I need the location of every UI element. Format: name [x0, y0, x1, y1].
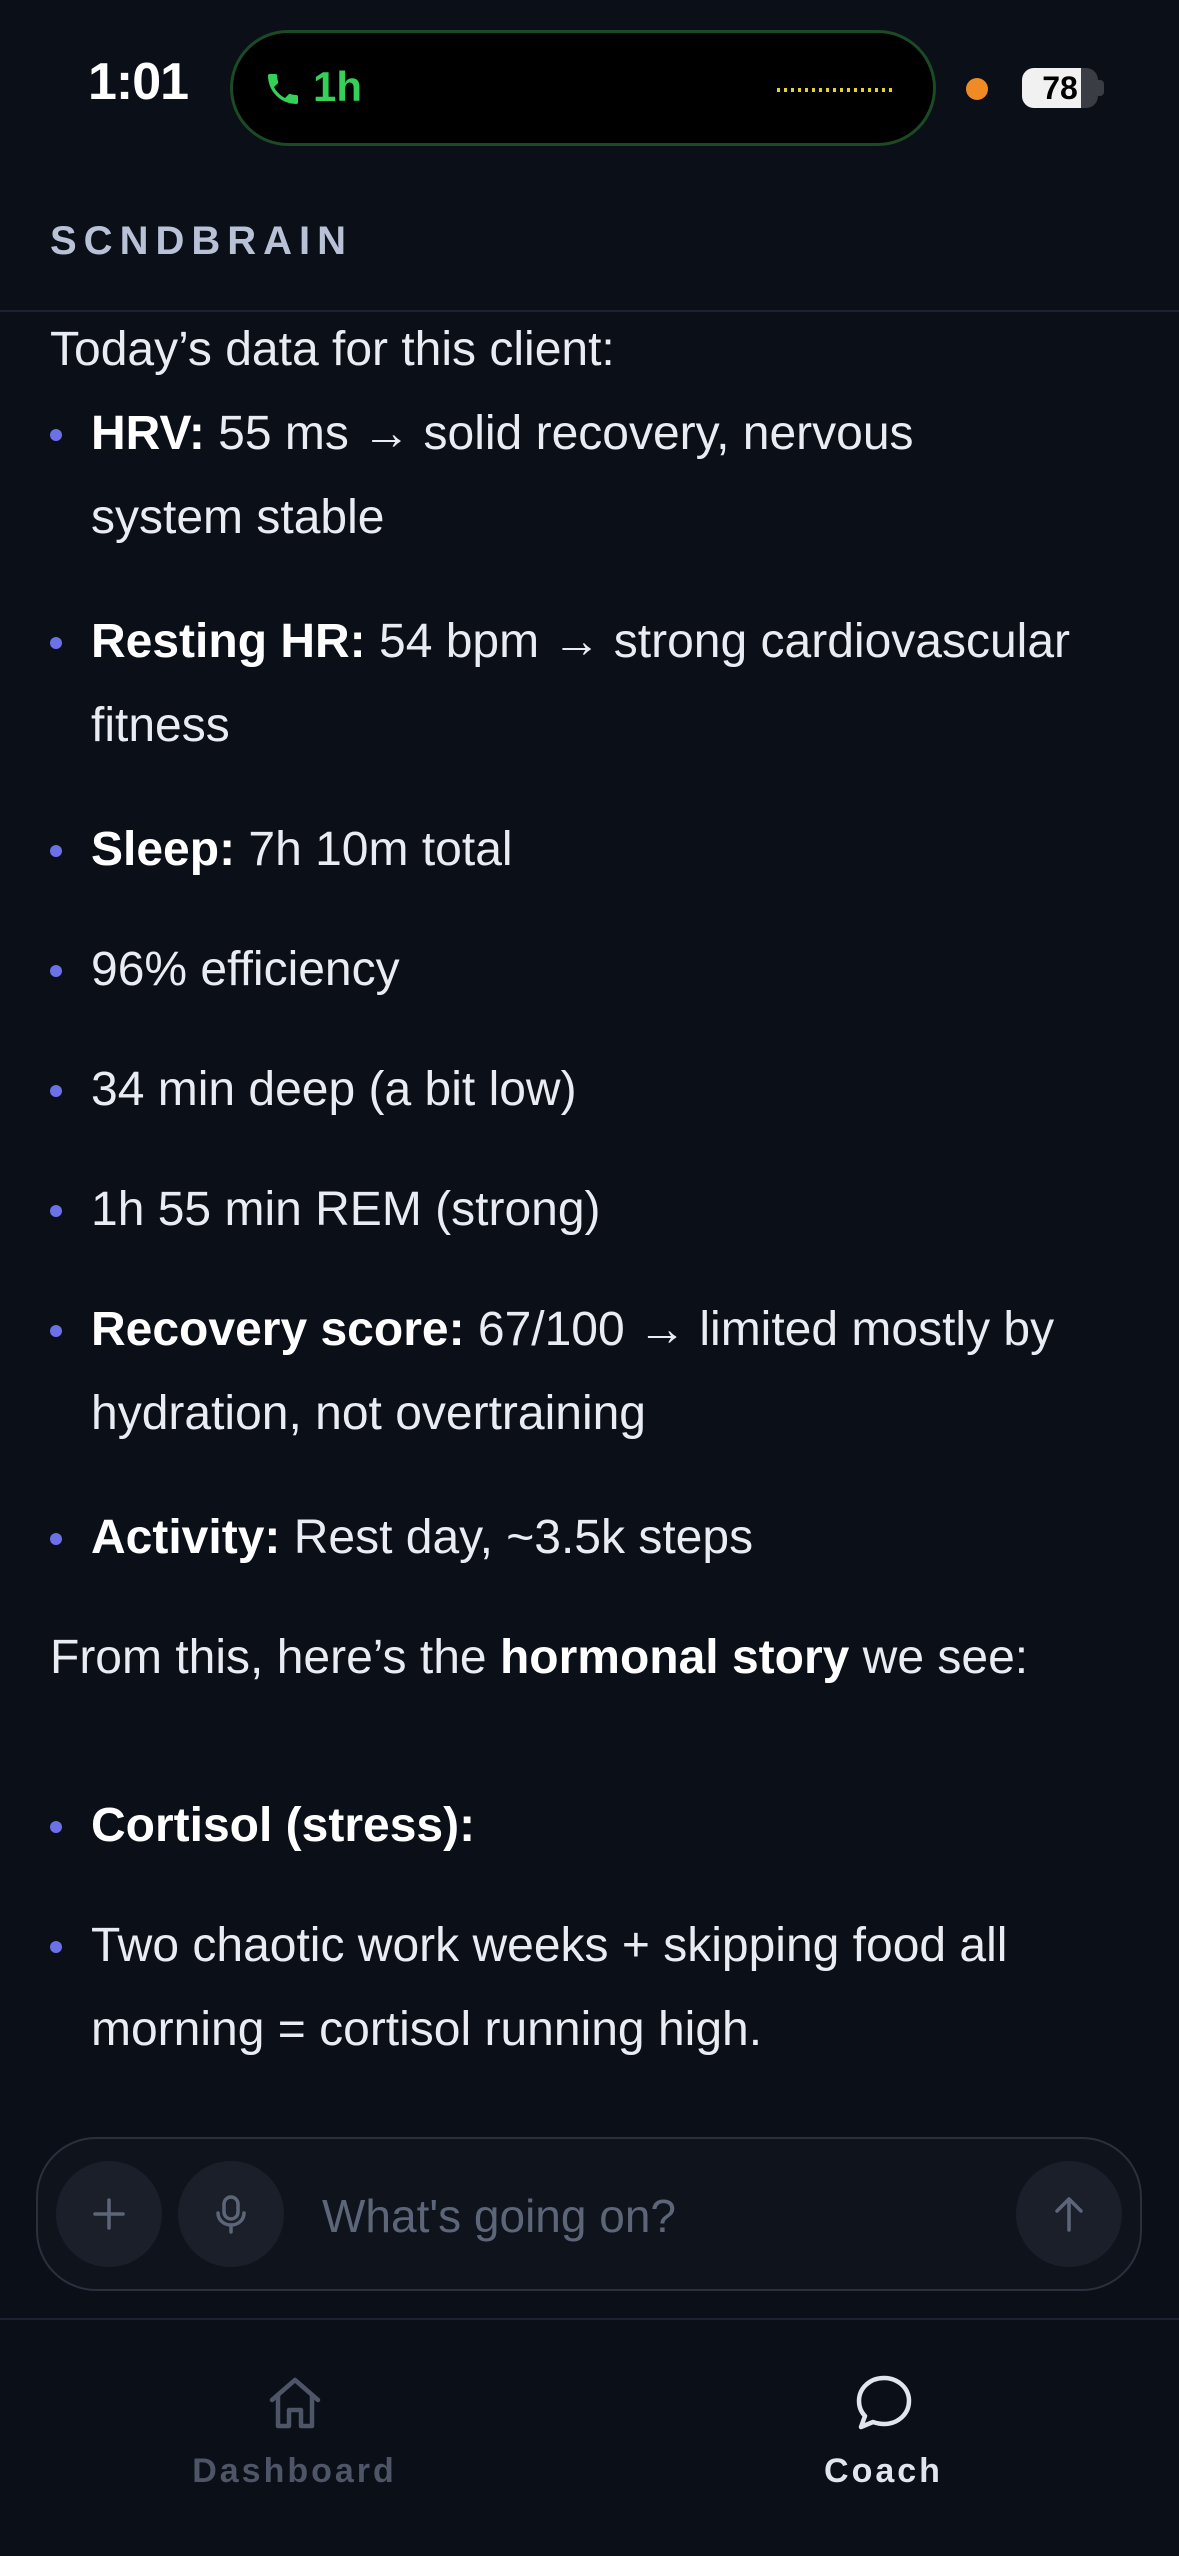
hormone-text: Two chaotic work weeks + skipping food a… — [91, 1919, 1008, 2056]
story-prefix: From this, here’s the — [50, 1631, 500, 1684]
recording-indicator — [966, 78, 988, 100]
story-emphasis: hormonal story — [499, 1631, 850, 1684]
attach-button[interactable] — [56, 2161, 162, 2267]
home-icon — [269, 2377, 321, 2429]
bullet-dot — [50, 1085, 62, 1097]
message-composer — [36, 2137, 1142, 2291]
send-button[interactable] — [1016, 2161, 1122, 2267]
chat-message: Today’s data for this client: HRV: 55 ms… — [0, 312, 1179, 2122]
metric-text: 96% efficiency — [91, 943, 400, 996]
tab-label: Coach — [824, 2452, 943, 2490]
status-bar: 1:01 1h 78 — [0, 0, 1179, 175]
status-time: 1:01 — [88, 53, 189, 111]
app-header: SCNDBRAIN — [0, 175, 1179, 312]
voice-input-button[interactable] — [178, 2161, 284, 2267]
microphone-icon — [216, 2195, 246, 2234]
battery-indicator: 78 — [1022, 68, 1098, 108]
chat-bubble-icon — [856, 2375, 912, 2430]
story-paragraph: From this, here’s the hormonal story we … — [50, 1616, 1050, 1700]
metric-label: Recovery score: — [91, 1303, 465, 1356]
bullet-dot — [50, 1325, 62, 1337]
phone-icon — [268, 74, 298, 104]
brand-title: SCNDBRAIN — [50, 219, 353, 263]
bullet-dot — [50, 1941, 62, 1953]
bottom-tab-bar: Dashboard Coach — [0, 2318, 1179, 2556]
message-input[interactable] — [320, 2175, 1004, 2257]
bullet-dot — [50, 1533, 62, 1545]
metric-label: Sleep: — [91, 823, 236, 876]
bullet-dot — [50, 1821, 62, 1833]
metric-text: 34 min deep (a bit low) — [91, 1063, 577, 1116]
audio-waveform-icon — [777, 88, 893, 92]
metric-label: Activity: — [91, 1511, 281, 1564]
tab-coach[interactable]: Coach — [589, 2320, 1178, 2556]
tab-dashboard[interactable]: Dashboard — [0, 2320, 589, 2556]
message-intro: Today’s data for this client: — [50, 323, 615, 376]
arrow-up-icon — [1055, 2197, 1083, 2232]
story-suffix: we see: — [849, 1631, 1029, 1684]
dynamic-island-call[interactable]: 1h — [230, 30, 936, 146]
metric-label: HRV: — [91, 407, 205, 460]
battery-nub — [1098, 80, 1104, 96]
tab-label: Dashboard — [192, 2452, 397, 2490]
metric-label: Resting HR: — [91, 615, 366, 668]
bullet-dot — [50, 1205, 62, 1217]
metric-text: Rest day, ~3.5k steps — [280, 1511, 754, 1564]
bullet-dot — [50, 637, 62, 649]
bullet-dot — [50, 965, 62, 977]
bullet-dot — [50, 429, 62, 441]
battery-percent: 78 — [1042, 70, 1078, 106]
metric-text: 55 ms → solid recovery, nervous system s… — [91, 407, 914, 544]
metric-text: 1h 55 min REM (strong) — [91, 1183, 601, 1236]
bullet-dot — [50, 845, 62, 857]
plus-icon — [93, 2198, 125, 2230]
metric-text: 7h 10m total — [235, 823, 513, 876]
hormone-label: Cortisol (stress): — [91, 1799, 476, 1852]
call-duration: 1h — [313, 63, 363, 110]
